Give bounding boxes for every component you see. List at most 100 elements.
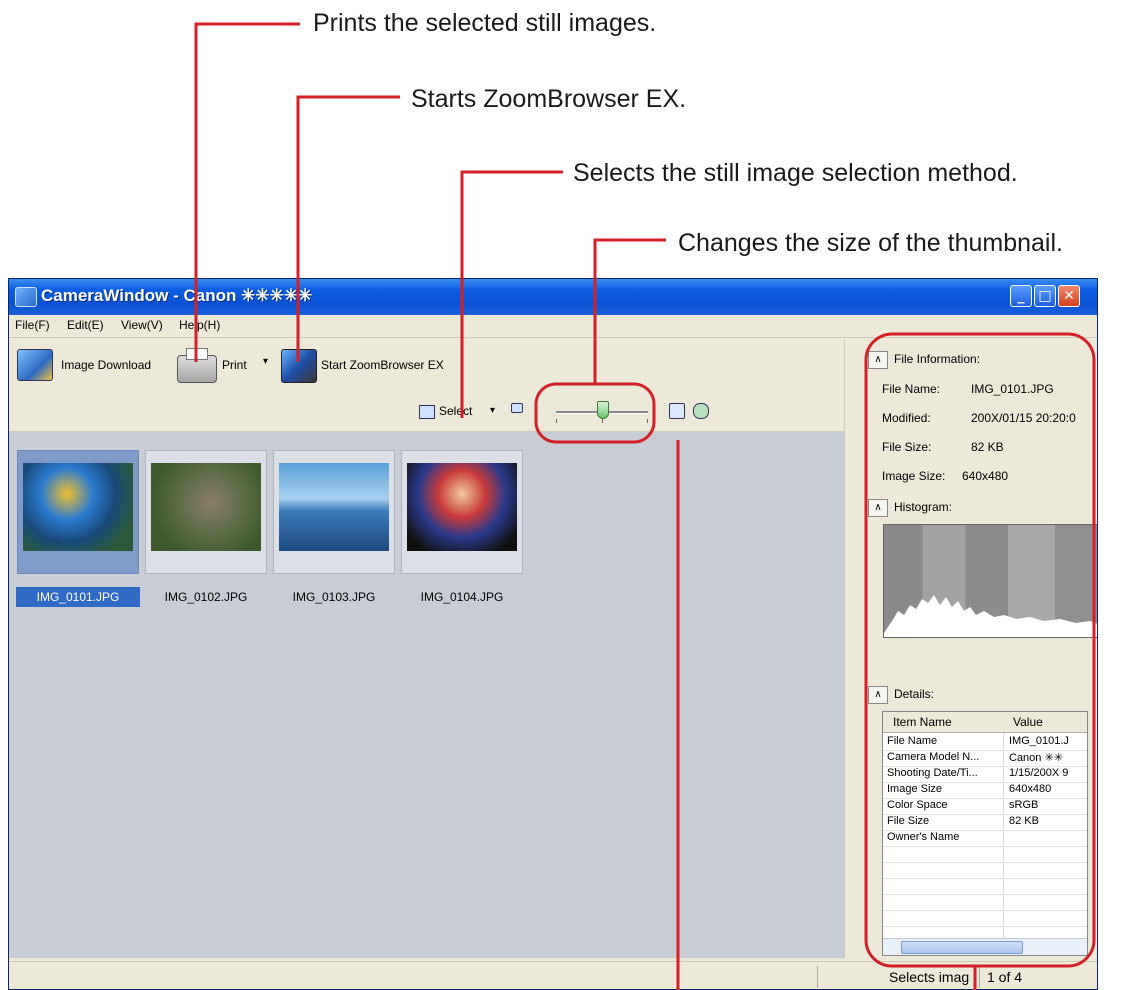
thumbnail-controls: Select ▾ [9,391,844,432]
table-row [883,878,1087,895]
table-row [883,894,1087,911]
status-separator [817,966,818,988]
zoombrowser-icon [281,349,317,383]
row-value: 1/15/200X 9 [1009,767,1069,779]
start-zoombrowser-button[interactable]: Start ZoomBrowser EX [281,349,471,383]
start-zoombrowser-label: Start ZoomBrowser EX [321,358,444,372]
close-button[interactable]: ✕ [1058,285,1080,307]
thumbnail-image-sea [279,463,389,551]
info-value-modified: 200X/01/15 20:20:0 [971,411,1076,425]
thumbnail[interactable] [273,450,395,574]
info-key-file-size: File Size: [882,440,932,454]
small-thumbnail-icon[interactable] [511,403,523,413]
row-value: Canon ✳✳ [1009,752,1063,764]
print-label: Print [222,358,247,372]
table-row: Image Size 640x480 [883,782,1087,799]
menu-file[interactable]: File(F) [15,318,50,332]
info-value-file-name: IMG_0101.JPG [971,382,1054,396]
row-name: File Size [887,815,930,827]
slider-tick [602,419,603,423]
collapse-details-button[interactable]: ∧ [868,686,888,704]
table-row: Owner's Name [883,830,1087,847]
rotate-icon[interactable] [693,403,709,419]
row-name: Image Size [887,783,943,795]
callout-zoombrowser: Starts ZoomBrowser EX. [411,85,687,113]
thumbnail-image-tortoise [151,463,261,551]
title-bar[interactable]: CameraWindow - Canon ✳✳✳✳✳ _ □ ✕ [9,279,1097,315]
slider-tick [556,419,557,423]
thumbnail-image-child [407,463,517,551]
thumbnail-filename[interactable]: IMG_0104.JPG [400,587,524,607]
info-key-image-size: Image Size: [882,469,946,483]
histogram-title: Histogram: [894,500,953,514]
minimize-button[interactable]: _ [1010,285,1032,307]
menu-edit[interactable]: Edit(E) [67,318,104,332]
status-bar: Selects imag 1 of 4 [9,961,1097,989]
maximize-button[interactable]: □ [1034,285,1056,307]
print-dropdown-arrow[interactable]: ▾ [263,356,268,367]
info-value-image-size: 640x480 [962,469,1009,483]
callout-print: Prints the selected still images. [313,9,657,37]
collapse-file-info-button[interactable]: ∧ [868,351,888,369]
details-title: Details: [894,687,935,701]
select-dropdown-arrow[interactable]: ▾ [490,405,495,416]
thumbnail-filename[interactable]: IMG_0101.JPG [16,587,140,607]
collapse-histogram-button[interactable]: ∧ [868,499,888,517]
horizontal-scrollbar[interactable] [883,938,1087,955]
column-header-value[interactable]: Value [1013,715,1043,729]
app-icon [15,287,37,307]
menu-help[interactable]: Help(H) [179,318,220,332]
row-name: Shooting Date/Ti... [887,767,978,779]
thumbnail[interactable] [145,450,267,574]
table-row [883,846,1087,863]
fit-window-icon[interactable] [669,403,685,419]
table-row: Camera Model N... Canon ✳✳ [883,750,1087,767]
select-icon [419,405,435,419]
thumbnail-filename[interactable]: IMG_0103.JPG [272,587,396,607]
thumbnail-area: IMG_0101.JPG IMG_0102.JPG IMG_0103.JPG I… [9,432,844,958]
row-value: IMG_0101.J [1009,735,1069,747]
thumbnail-size-slider[interactable] [539,391,659,431]
toolbar: Image Download Print ▾ Start ZoomBrowser… [9,339,844,391]
details-table-header: Item Name Value [883,712,1087,733]
table-row [883,910,1087,927]
thumbnail-image-parrot [23,463,133,551]
select-button[interactable]: Select [439,404,472,418]
thumbnail[interactable] [17,450,139,574]
info-panel: ∧ File Information: File Name: IMG_0101.… [854,339,1097,958]
callout-thumb-size: Changes the size of the thumbnail. [678,229,1063,257]
info-key-modified: Modified: [882,411,931,425]
file-info-header: ∧ File Information: [868,349,1088,371]
table-row: File Name IMG_0101.J [883,734,1087,751]
row-name: Camera Model N... [887,751,980,763]
row-value: sRGB [1009,799,1039,811]
printer-icon [177,348,217,383]
row-name: File Name [887,735,938,747]
histogram [883,524,1097,638]
column-header-item-name[interactable]: Item Name [893,715,952,729]
slider-tick [647,419,648,423]
print-button[interactable]: Print [175,348,259,383]
status-hint: Selects imag [889,969,970,985]
file-info-title: File Information: [894,352,981,366]
thumbnail-filename[interactable]: IMG_0102.JPG [144,587,268,607]
histogram-header: ∧ Histogram: [868,497,1088,519]
histogram-graph [884,595,1097,637]
table-row [883,862,1087,879]
camera-window: CameraWindow - Canon ✳✳✳✳✳ _ □ ✕ File(F)… [8,278,1098,990]
scrollbar-thumb[interactable] [901,941,1023,954]
row-name: Color Space [887,799,948,811]
info-value-file-size: 82 KB [971,440,1004,454]
info-key-file-name: File Name: [882,382,941,396]
table-row: Color Space sRGB [883,798,1087,815]
thumbnail[interactable] [401,450,523,574]
details-header: ∧ Details: [868,684,1088,706]
menu-view[interactable]: View(V) [121,318,163,332]
menu-bar: File(F) Edit(E) View(V) Help(H) [9,315,1097,338]
status-separator [979,966,980,988]
window-title: CameraWindow - Canon ✳✳✳✳✳ [41,286,313,305]
image-download-button[interactable]: Image Download [17,349,167,381]
slider-thumb[interactable] [597,401,609,419]
row-value: 640x480 [1009,783,1052,795]
callout-select: Selects the still image selection method… [573,159,1018,187]
